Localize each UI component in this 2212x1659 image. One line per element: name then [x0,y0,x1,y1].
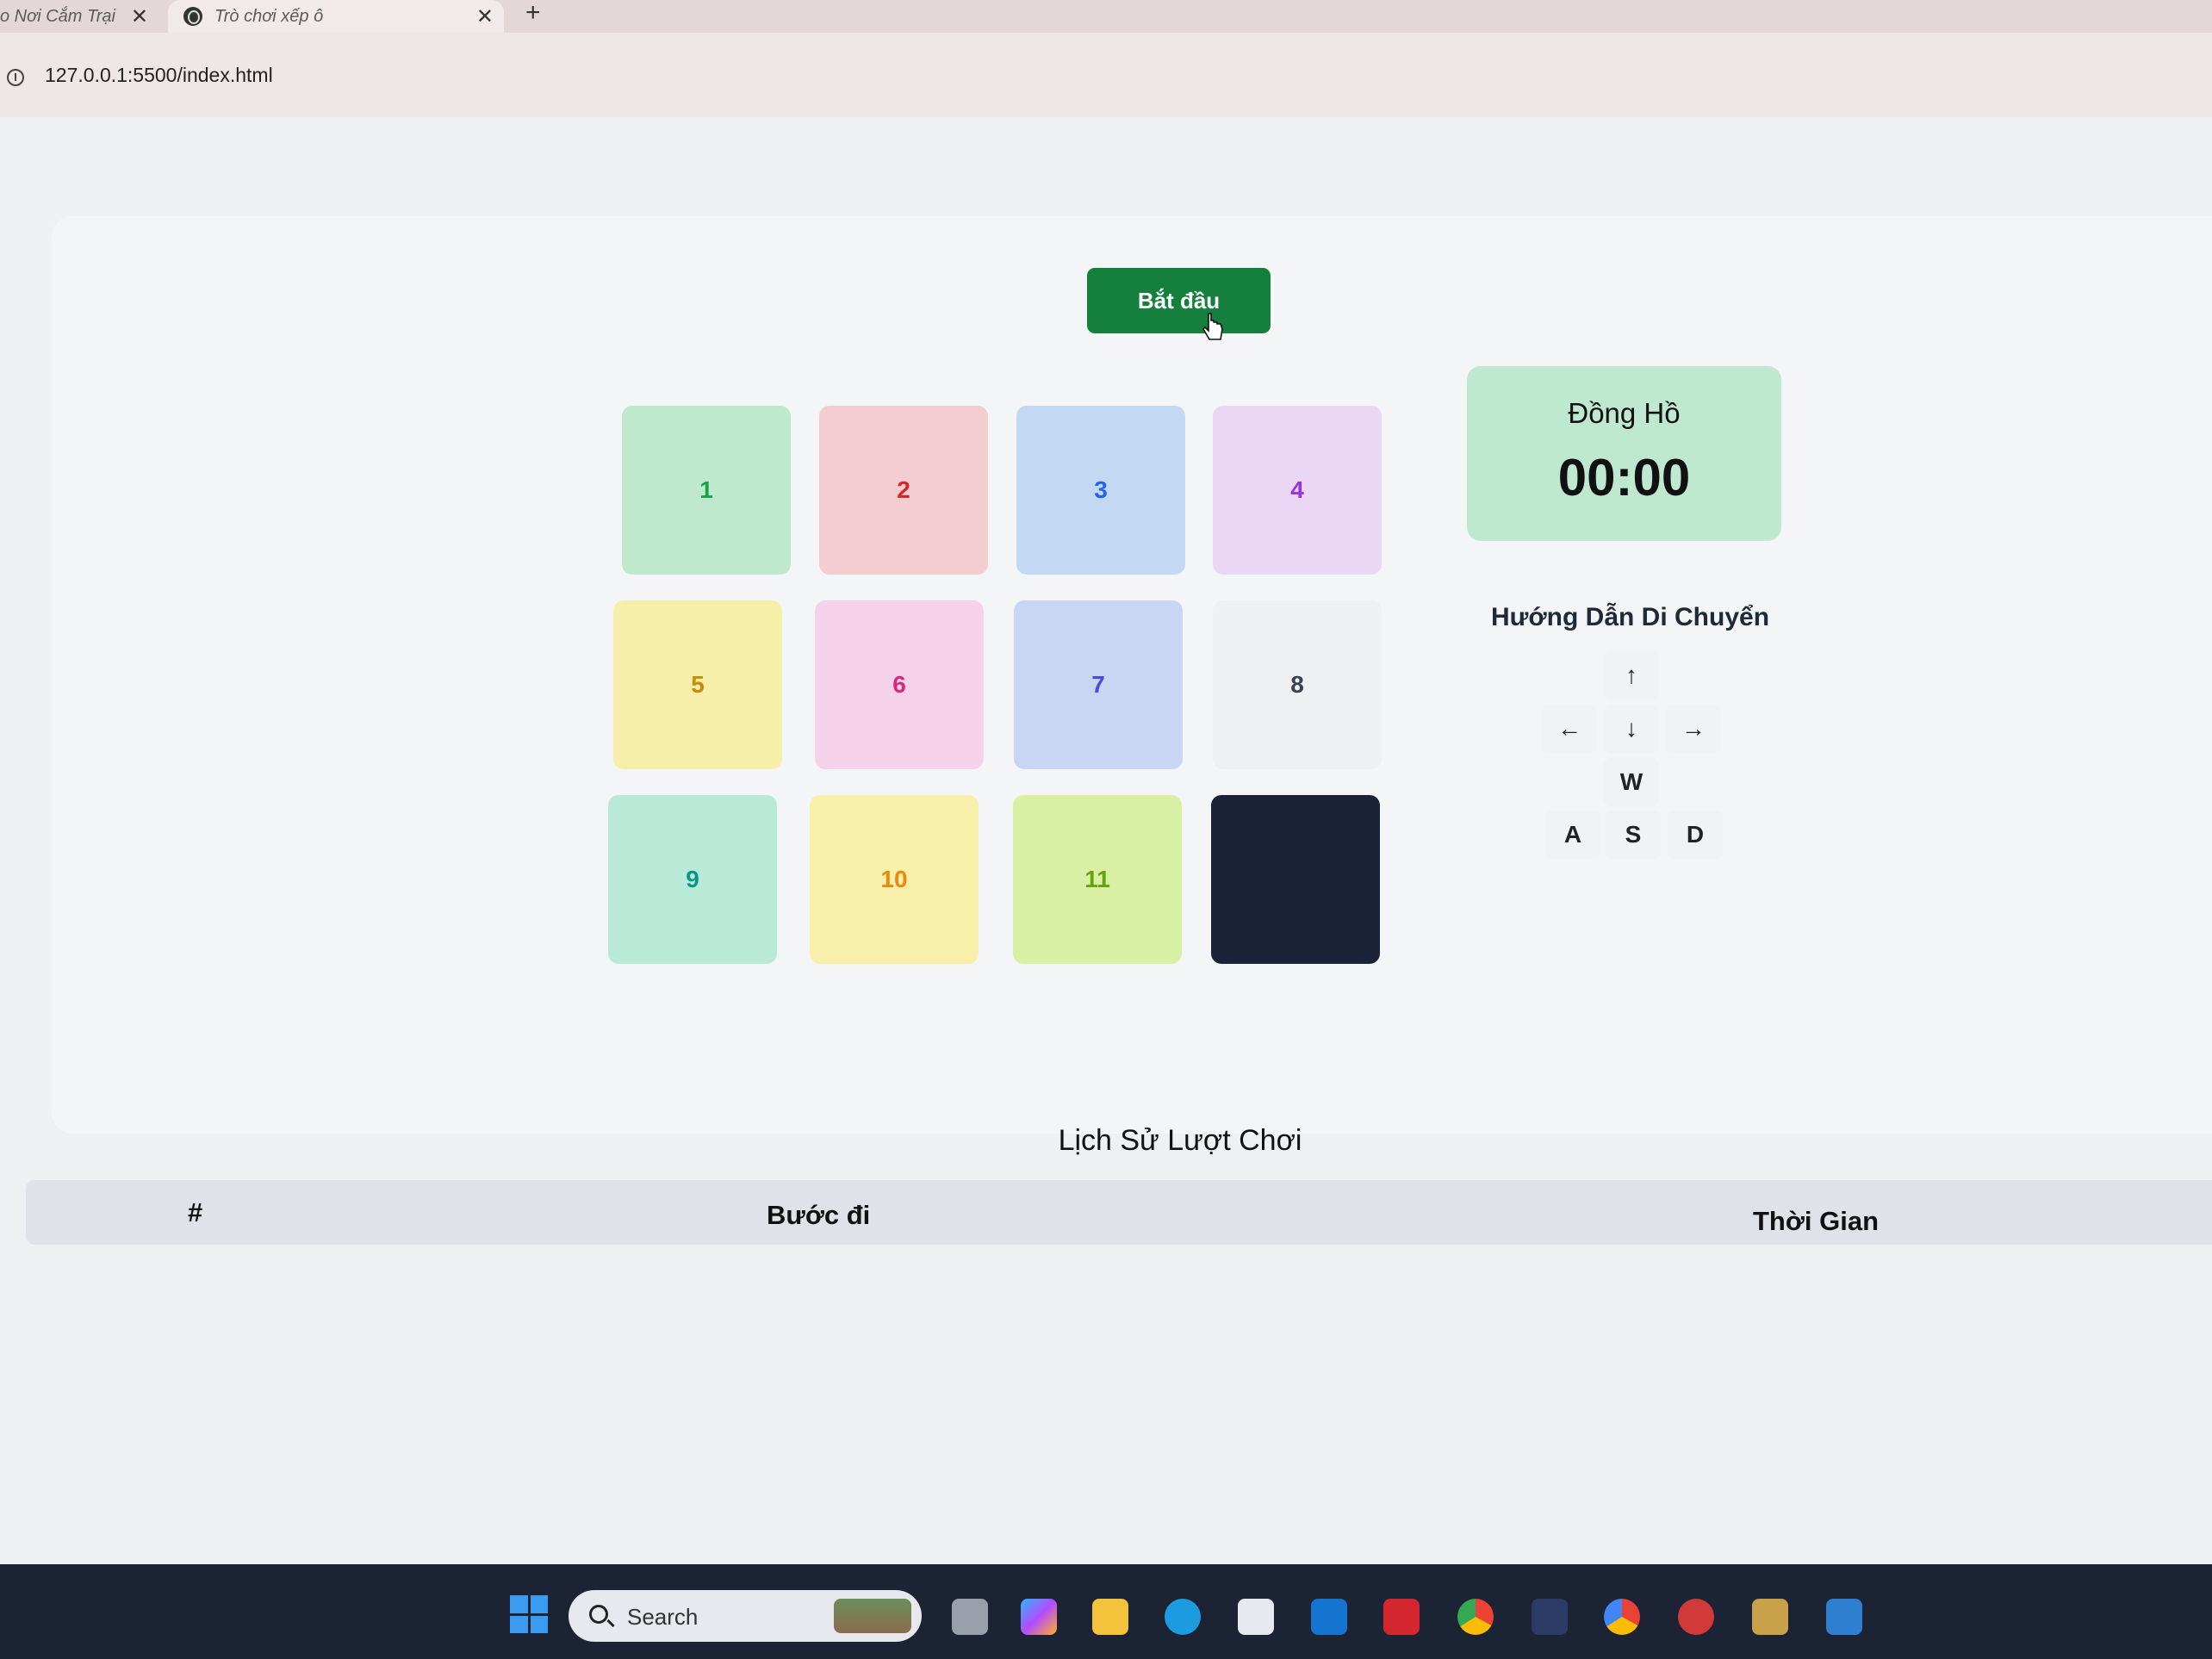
puzzle-tile[interactable]: 1 [622,406,791,575]
puzzle-tile[interactable]: 11 [1013,795,1182,964]
outlook-icon[interactable] [1311,1599,1347,1635]
history-table-header: # Bước đi Thời Gian [26,1180,2212,1245]
arrow-right-key: → [1666,705,1721,753]
puzzle-tile[interactable]: 2 [819,406,988,575]
close-icon[interactable]: ✕ [476,4,494,29]
empty-tile[interactable] [1211,795,1380,964]
store-icon[interactable] [1238,1599,1274,1635]
arrow-down-key: ↓ [1604,705,1659,753]
taskbar: Search [0,1564,2212,1659]
puzzle-tile[interactable]: 7 [1014,600,1183,769]
start-button[interactable]: Bắt đầu [1087,268,1271,333]
clock-title: Đồng Hồ [1568,397,1681,429]
puzzle-tile[interactable]: 10 [810,795,979,964]
tab-active-title: Trò chơi xếp ô [214,6,324,26]
chrome-profile-icon[interactable] [1604,1599,1640,1635]
d-key: D [1668,811,1723,859]
browser-tabstrip: o Nơi Cắm Trại ✕ Trò chơi xếp ô ✕ + [0,0,2212,33]
tab-previous[interactable]: o Nơi Cắm Trại ✕ [0,0,155,33]
column-header-moves: Bước đi [767,1200,871,1230]
file-explorer-icon[interactable] [1092,1599,1128,1635]
recorder-icon[interactable] [1678,1599,1714,1635]
app-icon[interactable] [1532,1599,1568,1635]
search-placeholder: Search [627,1604,699,1630]
edge-icon[interactable] [1165,1599,1201,1635]
arrow-left-key: ← [1542,705,1597,753]
column-header-time: Thời Gian [1753,1206,1880,1236]
search-icon [589,1605,608,1624]
puzzle-tile[interactable]: 4 [1213,406,1382,575]
address-bar: 127.0.0.1:5500/index.html [0,33,2212,117]
taskbar-search[interactable]: Search [569,1590,922,1642]
task-view-icon[interactable] [952,1599,988,1635]
globe-icon [183,7,202,26]
close-icon[interactable]: ✕ [131,4,148,29]
a-key: A [1545,811,1600,859]
puzzle-tile[interactable]: 9 [608,795,777,964]
column-header-index: # [188,1197,203,1227]
history-title: Lịch Sử Lượt Chơi [1058,1124,1302,1157]
hand-cursor-icon [1202,313,1223,340]
search-highlight-icon [834,1599,911,1633]
puzzle-tile[interactable]: 6 [815,600,984,769]
vscode-icon[interactable] [1826,1599,1862,1635]
league-icon[interactable] [1752,1599,1788,1635]
arrow-up-key: ↑ [1604,651,1659,699]
copilot-icon[interactable] [1021,1599,1057,1635]
tab-previous-title: o Nơi Cắm Trại [0,6,115,26]
puzzle-tile[interactable]: 8 [1213,600,1382,769]
clock-time: 00:00 [1557,449,1691,506]
puzzle-tile[interactable]: 3 [1016,406,1185,575]
clock-panel: Đồng Hồ 00:00 [1467,366,1781,541]
s-key: S [1606,811,1661,859]
url-field[interactable]: 127.0.0.1:5500/index.html [45,64,273,87]
guide-title: Hướng Dẫn Di Chuyển [1490,603,1770,631]
new-tab-button[interactable]: + [525,0,541,33]
windows-start-icon[interactable] [510,1595,548,1633]
puzzle-tile[interactable]: 5 [613,600,782,769]
tab-active[interactable]: Trò chơi xếp ô ✕ [168,0,504,33]
info-icon[interactable] [7,69,24,86]
chrome-icon[interactable] [1457,1599,1494,1635]
w-key: W [1604,758,1659,806]
wps-office-icon[interactable] [1383,1599,1420,1635]
